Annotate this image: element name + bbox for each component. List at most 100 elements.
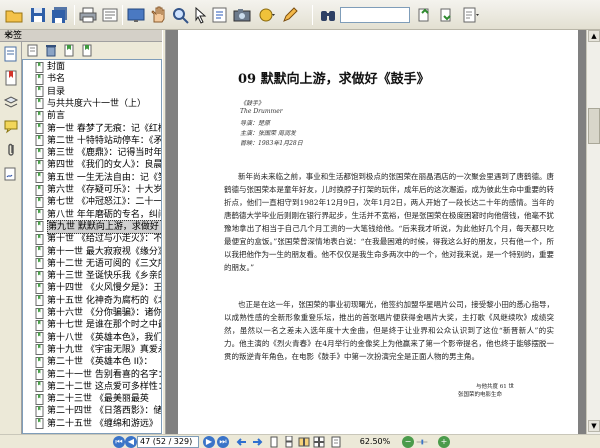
bookmark-item[interactable]: 第十六世 《分你骗骗》：诸你 (23, 307, 162, 319)
zoom-out-icon[interactable]: − (402, 436, 414, 448)
bookmark-item[interactable]: 第十七世 是谁在那个时之中最 (23, 319, 161, 331)
bookmark-label: 第十八世 《英雄本色》，我们 (47, 332, 162, 343)
bookmark-item[interactable]: 第四世 《我们的女人》：良晨 (23, 159, 161, 171)
bookmark-item[interactable]: 第二十五世 《缠绵和游远》 (23, 418, 161, 430)
expand-bookmark-icon[interactable] (80, 44, 94, 57)
bookmark-label: 第十世 《给过与小走火》：不 (47, 234, 162, 245)
bookmark-item[interactable]: 第八世 年年磨砺的专名，纠问 (23, 209, 161, 221)
zoom-tool-icon[interactable] (170, 5, 190, 25)
bookmark-item[interactable]: 第七世 《冲冠怒江》：二十一 (23, 196, 161, 208)
pencil-icon[interactable] (280, 5, 300, 25)
bookmark-item[interactable]: 第六世 《存疑可乐》：十大岁 (23, 184, 161, 196)
bookmark-item[interactable]: 目录 (23, 86, 161, 98)
email-icon[interactable] (100, 5, 120, 25)
snapshot-camera-icon[interactable] (232, 5, 252, 25)
thumbnails-tab-icon[interactable] (3, 46, 19, 62)
bookmark-icon (35, 135, 45, 147)
search-input[interactable] (340, 7, 410, 23)
scroll-up-icon[interactable]: ▲ (588, 30, 600, 42)
bookmark-item[interactable]: 第十二世 无语可阅的《三文所 (23, 258, 161, 270)
bookmark-item[interactable]: 第二十世 《英雄本色 II》： (23, 356, 161, 368)
vertical-scrollbar[interactable]: ▲ ▼ (586, 30, 600, 434)
bookmark-item[interactable]: 第五世 一生无法自由：记《笑 (23, 172, 161, 184)
last-page-icon[interactable]: ⏭ (217, 436, 229, 448)
facing-page-icon[interactable] (298, 436, 310, 448)
page-number-field[interactable]: 47 (52 / 329) (137, 436, 199, 448)
zoom-level[interactable]: 62.50% (352, 436, 398, 448)
prev-page-icon[interactable]: ◀ (125, 436, 137, 448)
comments-tab-icon[interactable] (3, 118, 19, 134)
page-footer-subtitle: 张国荣的电影生命 (458, 392, 503, 398)
bookmark-label: 第十一世 最大寂寂视《缘分》 (47, 246, 162, 257)
zoom-slider[interactable] (416, 436, 436, 448)
search-prev-icon[interactable] (414, 5, 434, 25)
continuous-page-icon[interactable] (283, 435, 295, 448)
bookmark-item[interactable]: 第二十二世 这点爱可多样性： (23, 381, 161, 393)
bookmark-item[interactable]: 第十九世 《宇宙无限》真爱永恒 (23, 344, 161, 356)
go-back-icon[interactable] (236, 436, 248, 448)
bookmark-label: 封面 (47, 62, 66, 72)
close-panel-button[interactable]: × (4, 30, 159, 42)
attachments-tab-icon[interactable] (3, 142, 19, 158)
bookmark-item[interactable]: 前言 (23, 110, 161, 122)
bookmark-label: 与共共度六十一世（上） (47, 98, 147, 109)
new-bookmark-icon[interactable] (62, 44, 76, 57)
bookmark-options-icon[interactable] (26, 44, 40, 57)
bookmark-item[interactable]: 第十五世 化神奇为腐朽的《北 (23, 295, 162, 307)
bookmark-icon (35, 172, 45, 184)
text-select-icon[interactable] (210, 5, 230, 25)
open-folder-icon[interactable] (4, 5, 24, 25)
fullscreen-icon[interactable] (126, 5, 146, 25)
document-view[interactable]: 09 默默向上游，求做好《鼓手》 《鼓手》 The Drummer 导演：楚原 … (166, 30, 586, 434)
bookmark-label: 第二十世 《英雄本色 II》： (47, 357, 153, 368)
bookmark-item[interactable]: 第十三世 圣诞快乐我《乡亲的 (23, 270, 161, 282)
bookmark-item[interactable]: 与共共度六十一世（上） (23, 98, 161, 110)
bookmark-label: 第十五世 化神奇为腐朽的《北 (47, 295, 162, 306)
next-page-icon[interactable]: ▶ (203, 436, 215, 448)
meta-line: 《鼓手》 (240, 100, 265, 107)
bookmark-icon (35, 86, 45, 98)
zoom-in-icon[interactable]: + (438, 436, 450, 448)
bookmark-item[interactable]: 书名 (23, 73, 161, 85)
bookmark-item[interactable]: 第三世 《鹿鼎》：记得当时年 (23, 147, 161, 159)
bookmark-item[interactable]: 封面 (23, 61, 161, 73)
bookmark-item[interactable]: 第二世 十特特站动停车：《矛 (23, 135, 161, 147)
find-binoculars-icon[interactable] (318, 5, 338, 25)
scroll-down-icon[interactable]: ▼ (588, 420, 600, 432)
search-options-icon[interactable] (458, 5, 484, 25)
bookmark-item[interactable]: 第二十一世 告别看喜的名字： (23, 369, 162, 381)
continuous-facing-icon[interactable] (313, 436, 325, 448)
scroll-thumb[interactable] (588, 108, 600, 144)
delete-bookmark-icon[interactable] (44, 44, 58, 57)
bookmark-item[interactable]: 第一世 春梦了无痕：记《红楼 (23, 123, 161, 135)
bookmark-label: 第二十一世 告别看喜的名字： (47, 369, 162, 380)
bookmark-item[interactable]: 第二十三世 《最美丽最英 (23, 393, 161, 405)
layers-tab-icon[interactable] (3, 94, 19, 110)
toolbar-separator (312, 5, 313, 25)
bookmark-icon (35, 282, 45, 294)
signatures-tab-icon[interactable] (3, 166, 19, 182)
go-forward-icon[interactable] (251, 436, 263, 448)
save-icon[interactable] (28, 5, 48, 25)
bookmark-icon (35, 405, 45, 417)
bookmark-item[interactable]: 第九世 默默向上游，求做好《 (23, 219, 161, 234)
first-page-icon[interactable]: ⏮ (113, 436, 125, 448)
bookmark-icon (35, 159, 45, 171)
bookmarks-tab-icon[interactable] (3, 70, 19, 86)
print-icon[interactable] (78, 5, 98, 25)
bookmark-item[interactable]: 第十四世 《火风慢夕是》：王 (23, 282, 161, 294)
bookmark-item[interactable]: 第十世 《给过与小走火》：不 (23, 233, 162, 245)
save-all-icon[interactable] (50, 5, 70, 25)
annotation-tool-icon[interactable] (254, 5, 280, 25)
fit-page-icon[interactable] (330, 436, 342, 448)
bookmark-item[interactable]: 第二十四世 《日落西影》：储 (23, 405, 161, 417)
bookmark-label: 第二十五世 《缠绵和游远》 (47, 418, 158, 429)
search-next-icon[interactable] (436, 5, 456, 25)
hand-tool-icon[interactable] (148, 5, 168, 25)
single-page-icon[interactable] (268, 436, 280, 448)
bookmark-item[interactable]: 第十八世 《英雄本色》，我们 (23, 332, 162, 344)
select-arrow-icon[interactable] (190, 5, 210, 25)
bookmark-item[interactable]: 第十一世 最大寂寂视《缘分》 (23, 246, 162, 258)
bookmark-icon (35, 184, 45, 196)
bookmark-label: 第十六世 《分你骗骗》：诸你 (47, 308, 162, 318)
